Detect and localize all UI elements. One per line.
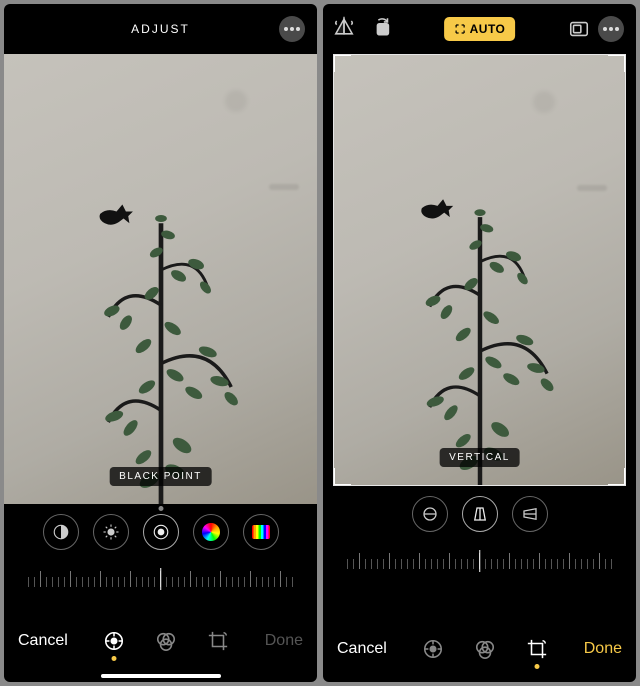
- perspective-dials: [323, 486, 636, 542]
- top-bar: AUTO: [323, 4, 636, 54]
- value-slider[interactable]: [323, 542, 636, 580]
- more-button[interactable]: [279, 16, 305, 42]
- bottom-bar: Cancel Done: [323, 624, 636, 682]
- horizontal-perspective-dial[interactable]: [512, 496, 548, 532]
- auto-label: AUTO: [470, 22, 506, 36]
- adjust-mode-icon[interactable]: [421, 637, 445, 661]
- auto-button[interactable]: AUTO: [444, 17, 516, 41]
- phone-adjust-screen: ADJUST: [4, 4, 317, 682]
- filters-mode-icon[interactable]: [473, 637, 497, 661]
- crop-handle-br[interactable]: [608, 468, 626, 486]
- crop-mode-icon[interactable]: [525, 637, 549, 661]
- cancel-button[interactable]: Cancel: [337, 640, 387, 658]
- done-button[interactable]: Done: [584, 640, 622, 658]
- adjustment-label: VERTICAL: [439, 448, 520, 467]
- more-button[interactable]: [598, 16, 624, 42]
- adjustment-dials: [4, 504, 317, 560]
- vibrance-dial[interactable]: [243, 514, 279, 550]
- contrast-dial[interactable]: [43, 514, 79, 550]
- straighten-dial[interactable]: [412, 496, 448, 532]
- value-slider[interactable]: [4, 560, 317, 598]
- crop-handle-tl[interactable]: [333, 54, 351, 72]
- photo-content: [351, 150, 607, 485]
- screen-title: ADJUST: [131, 22, 190, 36]
- filters-mode-icon[interactable]: [154, 629, 178, 653]
- adjustment-label: BLACK POINT: [109, 467, 212, 486]
- home-indicator[interactable]: [101, 674, 221, 678]
- aspect-ratio-button[interactable]: [566, 16, 592, 42]
- crop-mode-icon[interactable]: [206, 629, 230, 653]
- cancel-button[interactable]: Cancel: [18, 632, 68, 650]
- phone-crop-screen: AUTO: [323, 4, 636, 682]
- photo-canvas[interactable]: VERTICAL: [323, 54, 636, 486]
- brightness-dial[interactable]: [93, 514, 129, 550]
- slider-handle[interactable]: [479, 550, 481, 572]
- photo-content: [23, 153, 298, 504]
- crop-handle-bl[interactable]: [333, 468, 351, 486]
- adjust-mode-icon[interactable]: [102, 629, 126, 653]
- top-bar: ADJUST: [4, 4, 317, 54]
- black-point-dial[interactable]: [143, 514, 179, 550]
- crop-handle-tr[interactable]: [608, 54, 626, 72]
- slider-handle[interactable]: [160, 568, 162, 590]
- done-button[interactable]: Done: [265, 632, 303, 650]
- bottom-bar: Cancel Done: [4, 614, 317, 682]
- rotate-icon[interactable]: [371, 16, 393, 43]
- photo-canvas[interactable]: BLACK POINT: [4, 54, 317, 504]
- flip-icon[interactable]: [333, 16, 355, 43]
- vertical-perspective-dial[interactable]: [462, 496, 498, 532]
- saturation-dial[interactable]: [193, 514, 229, 550]
